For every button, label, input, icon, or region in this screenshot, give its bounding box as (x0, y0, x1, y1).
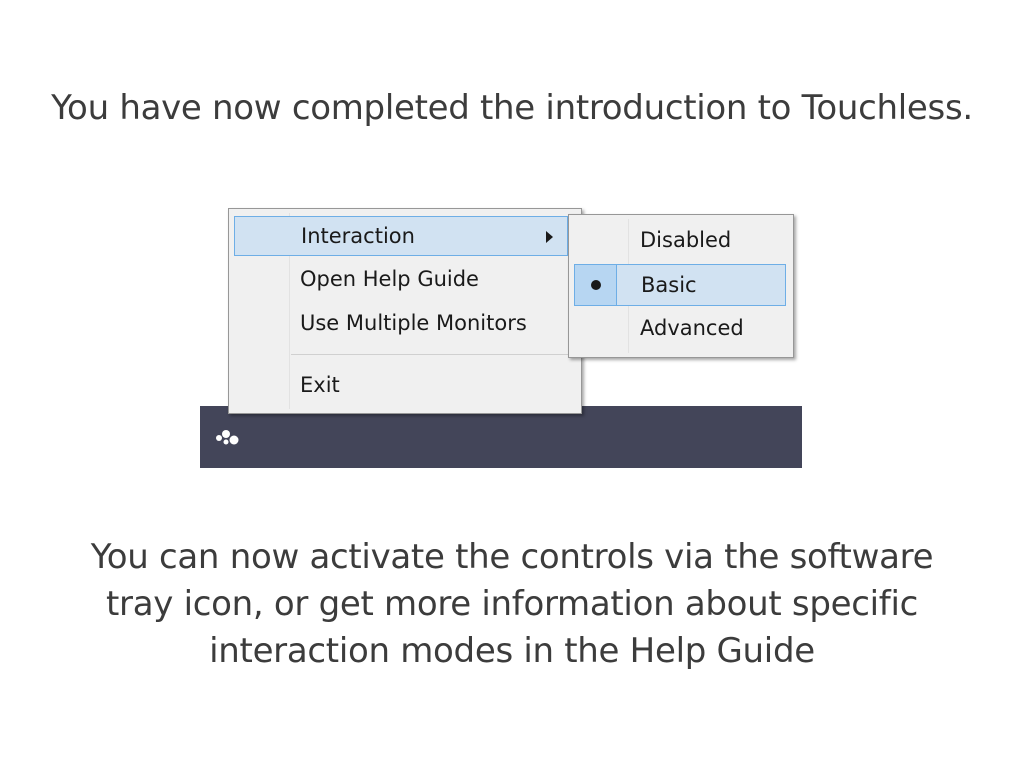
submenu-item-label: Disabled (640, 228, 732, 252)
menu-item-interaction[interactable]: Interaction (234, 216, 568, 256)
submenu-arrow-icon (546, 231, 553, 243)
tray-context-menu: Interaction Open Help Guide Use Multiple… (228, 208, 582, 414)
instruction-line: interaction modes in the Help Guide (209, 631, 815, 671)
radio-check-area (575, 265, 617, 305)
menu-item-exit[interactable]: Exit (234, 366, 568, 406)
menu-item-label: Use Multiple Monitors (300, 311, 527, 335)
taskbar (200, 406, 802, 468)
tutorial-page: You have now completed the introduction … (0, 0, 1024, 768)
submenu-item-disabled[interactable]: Disabled (574, 220, 786, 262)
menu-item-label: Interaction (301, 224, 415, 248)
menu-item-label: Exit (300, 373, 340, 397)
menu-item-use-multiple-monitors[interactable]: Use Multiple Monitors (234, 304, 568, 344)
menu-separator (291, 354, 575, 355)
instruction-line: You can now activate the controls via th… (90, 537, 934, 577)
instruction-line: tray icon, or get more information about… (106, 584, 918, 624)
instruction-text: You can now activate the controls via th… (0, 534, 1024, 675)
submenu-item-advanced[interactable]: Advanced (574, 308, 786, 350)
submenu-item-basic[interactable]: Basic (574, 264, 786, 306)
menu-item-label: Open Help Guide (300, 267, 479, 291)
menu-item-open-help-guide[interactable]: Open Help Guide (234, 260, 568, 300)
radio-bullet-icon (591, 280, 601, 290)
submenu-item-label: Advanced (640, 316, 744, 340)
submenu-item-label: Basic (641, 273, 697, 297)
page-heading: You have now completed the introduction … (51, 88, 973, 128)
interaction-submenu: Disabled Basic Advanced (568, 214, 794, 358)
touchless-tray-icon[interactable] (214, 429, 244, 447)
